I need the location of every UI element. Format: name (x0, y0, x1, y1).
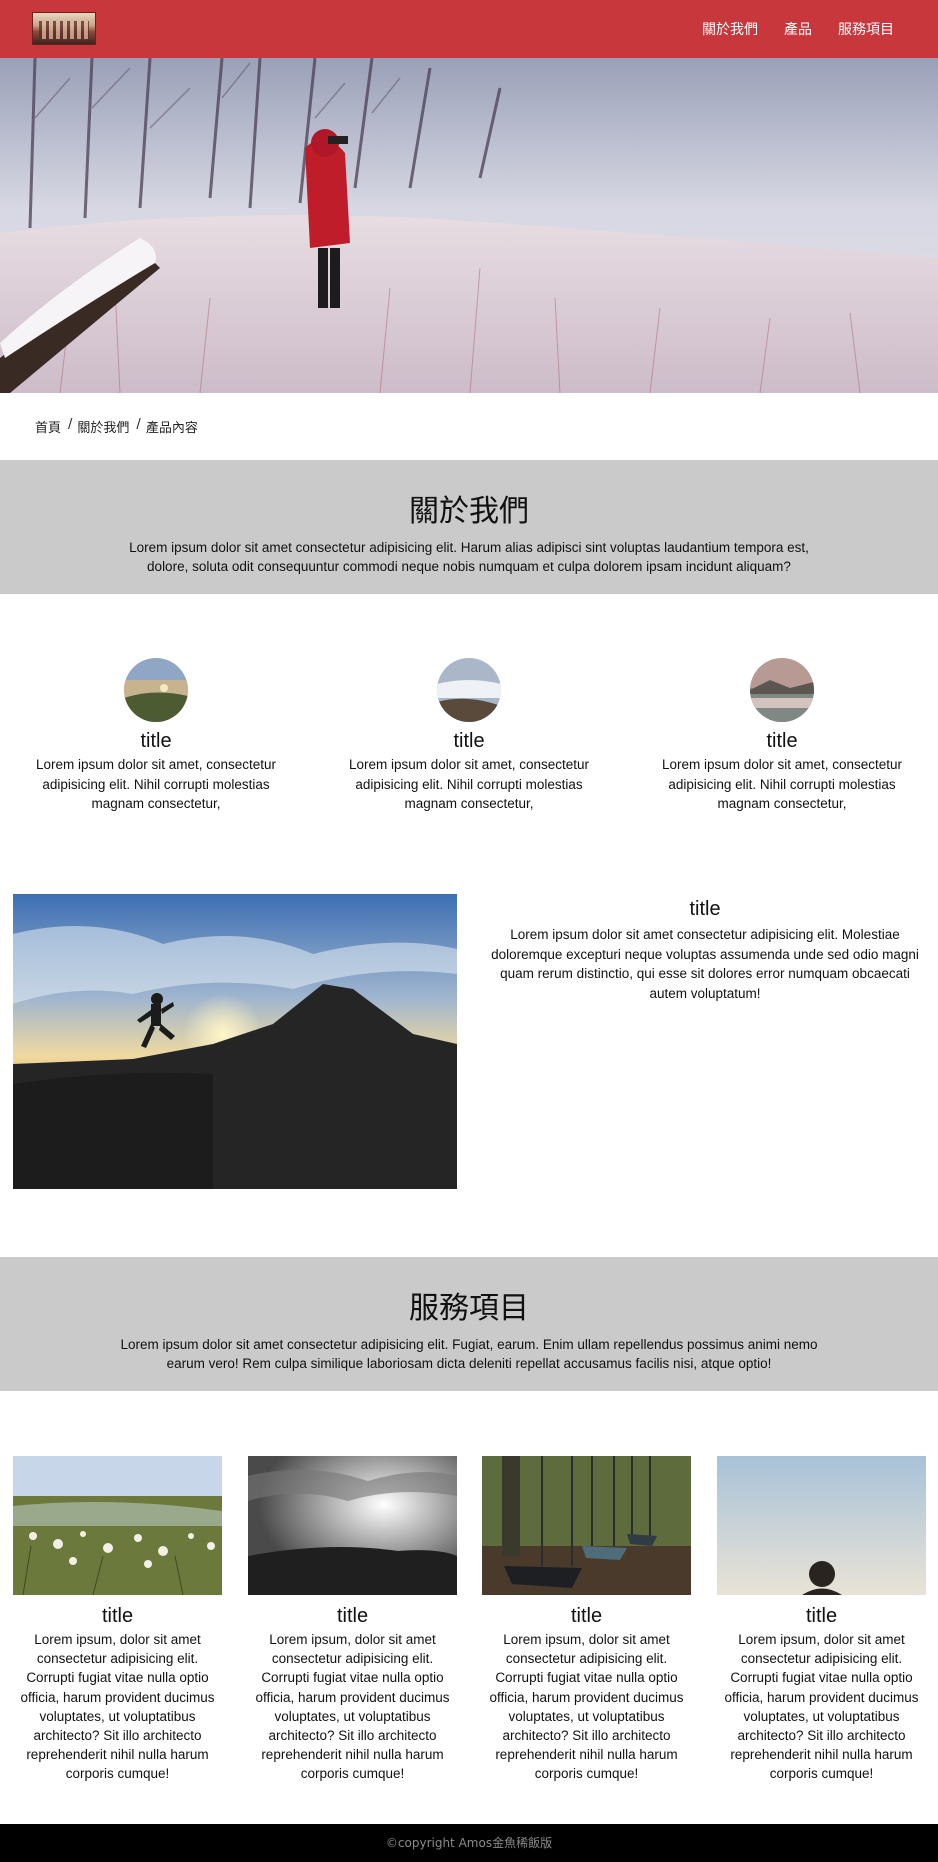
service-card: title Lorem ipsum, dolor sit amet consec… (13, 1456, 222, 1784)
feature-title: title (766, 730, 798, 752)
service-card-image (482, 1456, 691, 1595)
service-card-text: Lorem ipsum, dolor sit amet consectetur … (20, 1632, 215, 1782)
highlight-content: title Lorem ipsum dolor sit amet consect… (487, 898, 923, 1003)
highlight-text: Lorem ipsum dolor sit amet consectetur a… (491, 927, 919, 1001)
nav-link-services[interactable]: 服務項目 (838, 19, 894, 39)
site-footer: ©copyright Amos金魚稀飯版 (0, 1824, 938, 1862)
services-text: Lorem ipsum dolor sit amet consectetur a… (120, 1337, 818, 1371)
service-card-image (248, 1456, 457, 1595)
feature-image (750, 658, 814, 722)
service-card: title Lorem ipsum, dolor sit amet consec… (248, 1456, 457, 1784)
service-card-image (13, 1456, 222, 1595)
service-card-title: title (336, 1605, 369, 1627)
breadcrumb: 首頁 / 關於我們 / 產品內容 (35, 417, 198, 436)
breadcrumb-about[interactable]: 關於我們 (77, 417, 129, 436)
logo[interactable] (32, 12, 96, 45)
highlight-image (13, 894, 457, 1189)
hero-banner-image (0, 58, 938, 393)
feature-item: title Lorem ipsum dolor sit amet, consec… (657, 658, 907, 814)
service-card: title Lorem ipsum, dolor sit amet consec… (717, 1456, 926, 1784)
service-card-text: Lorem ipsum, dolor sit amet consectetur … (255, 1632, 450, 1782)
service-card-title: title (570, 1605, 603, 1627)
feature-item: title Lorem ipsum dolor sit amet, consec… (344, 658, 594, 814)
services-heading: 服務項目 (409, 1291, 529, 1326)
main-nav: 關於我們 產品 服務項目 (676, 19, 894, 39)
feature-item: title Lorem ipsum dolor sit amet, consec… (31, 658, 281, 814)
highlight-title: title (689, 898, 721, 920)
feature-text: Lorem ipsum dolor sit amet, consectetur … (35, 757, 277, 811)
feature-text: Lorem ipsum dolor sit amet, consectetur … (661, 757, 903, 811)
service-card-title: title (101, 1605, 134, 1627)
nav-link-about[interactable]: 關於我們 (702, 19, 758, 39)
breadcrumb-current: 產品內容 (145, 421, 198, 436)
breadcrumb-separator: / (68, 417, 73, 432)
feature-image (437, 658, 501, 722)
about-section: 關於我們 Lorem ipsum dolor sit amet consecte… (0, 460, 938, 594)
service-card-text: Lorem ipsum, dolor sit amet consectetur … (724, 1632, 919, 1782)
breadcrumb-separator: / (136, 417, 141, 432)
feature-title: title (140, 730, 172, 752)
service-card-title: title (805, 1605, 838, 1627)
service-card-text: Lorem ipsum, dolor sit amet consectetur … (489, 1632, 684, 1782)
feature-title: title (453, 730, 485, 752)
about-text: Lorem ipsum dolor sit amet consectetur a… (129, 540, 809, 574)
service-card: title Lorem ipsum, dolor sit amet consec… (482, 1456, 691, 1784)
feature-image (124, 658, 188, 722)
copyright-text: ©copyright Amos金魚稀飯版 (385, 1836, 553, 1850)
about-heading: 關於我們 (409, 494, 529, 529)
snow-scene-illustration (0, 58, 938, 393)
feature-text: Lorem ipsum dolor sit amet, consectetur … (348, 757, 590, 811)
site-header: 關於我們 產品 服務項目 (0, 0, 938, 58)
nav-link-products[interactable]: 產品 (784, 19, 812, 39)
breadcrumb-home[interactable]: 首頁 (35, 417, 61, 436)
services-section: 服務項目 Lorem ipsum dolor sit amet consecte… (0, 1257, 938, 1391)
service-card-image (717, 1456, 926, 1595)
